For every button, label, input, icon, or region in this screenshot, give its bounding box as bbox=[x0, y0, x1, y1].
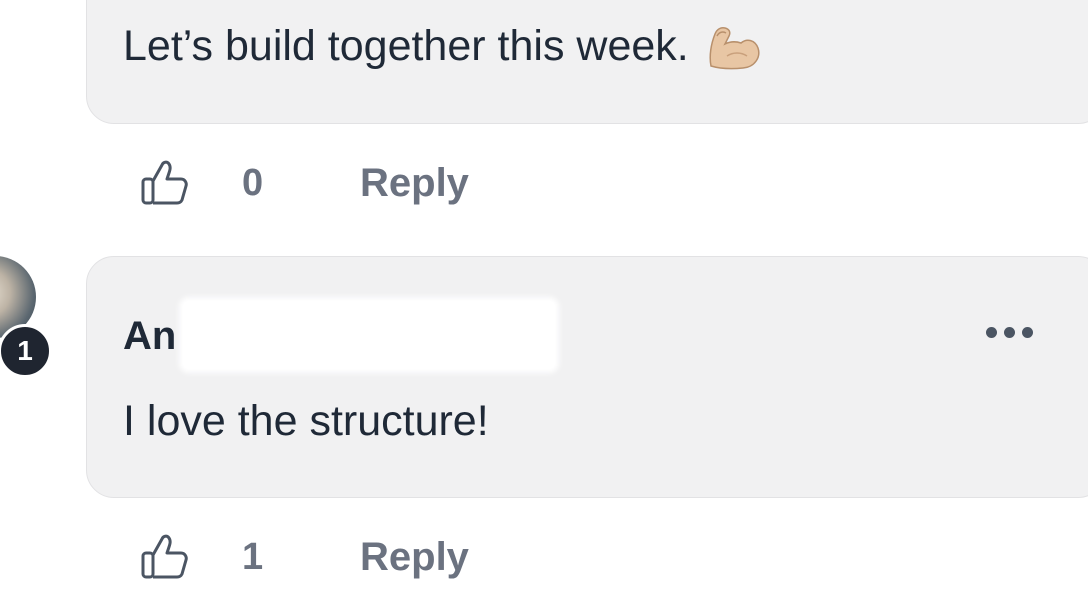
comment-bubble: An I love the structure! bbox=[86, 256, 1088, 498]
thumbs-up-icon bbox=[141, 160, 188, 205]
reply-button[interactable]: Reply bbox=[360, 535, 469, 580]
comment-text-content: Let’s build together this week. bbox=[123, 22, 689, 70]
like-button[interactable]: 1 bbox=[140, 533, 264, 581]
like-button[interactable]: 0 bbox=[140, 159, 264, 207]
redacted-name bbox=[183, 301, 555, 369]
comment-text: I love the structure! bbox=[123, 397, 489, 445]
comment-actions: 0 Reply bbox=[140, 158, 469, 208]
thumbs-up-icon bbox=[141, 534, 188, 579]
comment-bubble: Let’s build together this week. bbox=[86, 0, 1088, 124]
reply-button[interactable]: Reply bbox=[360, 161, 469, 206]
more-dot-icon bbox=[986, 327, 997, 338]
like-count: 1 bbox=[242, 535, 264, 578]
flexed-biceps-icon bbox=[705, 26, 761, 70]
more-dot-icon bbox=[1022, 327, 1033, 338]
comment-author[interactable]: An bbox=[123, 314, 176, 359]
more-options-button[interactable] bbox=[986, 327, 1033, 338]
comment-actions: 1 Reply bbox=[140, 532, 469, 582]
like-count: 0 bbox=[242, 161, 264, 204]
more-dot-icon bbox=[1004, 327, 1015, 338]
comments-thread: Let’s build together this week. 0 Reply … bbox=[0, 0, 1088, 592]
rank-badge: 1 bbox=[0, 324, 52, 378]
comment-text: Let’s build together this week. bbox=[123, 25, 761, 70]
